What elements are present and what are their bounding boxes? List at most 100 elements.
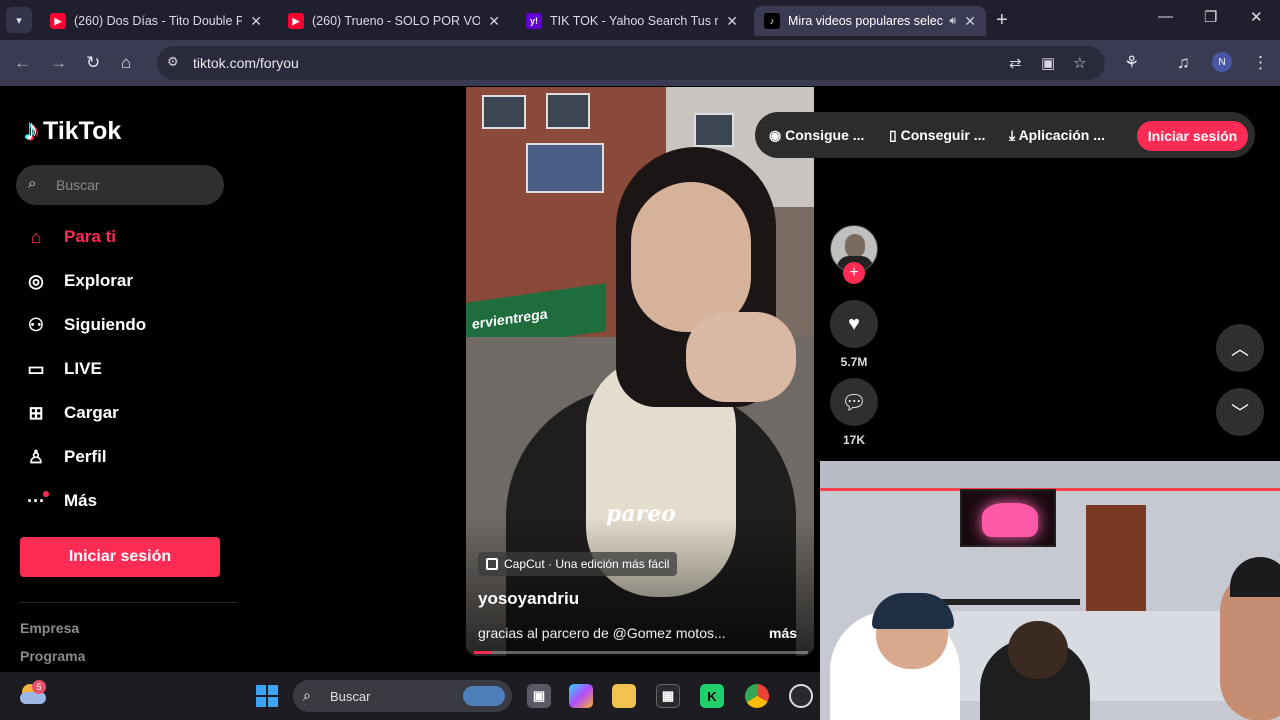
extensions-icon[interactable]: ⚘ bbox=[1124, 53, 1139, 73]
nav-item-live[interactable]: ▭ LIVE bbox=[24, 354, 101, 384]
bookmark-star-icon[interactable]: ☆ bbox=[1073, 54, 1086, 72]
close-icon[interactable]: ✕ bbox=[488, 13, 500, 30]
close-icon[interactable]: ✕ bbox=[250, 13, 262, 30]
phone-icon: ▯ bbox=[889, 127, 901, 143]
upload-icon: ⊞ bbox=[28, 402, 44, 423]
close-icon[interactable]: ✕ bbox=[964, 13, 976, 30]
browser-tab-3[interactable]: y! TIK TOK - Yahoo Search Tus resu ✕ bbox=[516, 6, 748, 36]
cloud-shape bbox=[20, 692, 46, 704]
comment-button[interactable]: 💬︎ bbox=[830, 378, 878, 426]
video-player[interactable]: ervientrega pareo CapCut · Una edición m… bbox=[466, 87, 814, 656]
youtube-icon: ▶ bbox=[50, 13, 66, 29]
search-highlight-icon bbox=[463, 686, 505, 706]
obs-icon[interactable] bbox=[789, 684, 813, 708]
more-link[interactable]: más bbox=[769, 625, 797, 641]
next-video-button[interactable]: ﹀ bbox=[1216, 388, 1264, 436]
tab-title: (260) Trueno - SOLO POR VOS ( bbox=[312, 14, 481, 28]
video-window bbox=[482, 95, 526, 129]
new-tab-button[interactable]: + bbox=[996, 9, 1008, 32]
tiktok-note-icon: ♪ bbox=[24, 114, 39, 147]
coin-icon: ◉ bbox=[769, 127, 786, 143]
close-icon[interactable]: ✕ bbox=[726, 13, 738, 30]
speaker-icon[interactable]: 🔊︎ bbox=[949, 15, 956, 28]
home-browser-icon[interactable]: ⌂ bbox=[121, 53, 131, 73]
profile-avatar[interactable]: N bbox=[1212, 52, 1232, 72]
forward-icon[interactable]: → bbox=[50, 53, 67, 73]
yahoo-icon: y! bbox=[526, 13, 542, 29]
get-coins-pill[interactable]: ◉ Consigue ... bbox=[769, 127, 864, 144]
file-explorer-icon[interactable] bbox=[612, 684, 636, 708]
browser-tab-4-active[interactable]: ♪ Mira videos populares selec 🔊︎ ✕ bbox=[754, 6, 986, 36]
restore-icon[interactable]: ❐ bbox=[1204, 8, 1217, 26]
sidebar-divider bbox=[20, 602, 238, 603]
capcut-icon bbox=[486, 558, 498, 570]
video-hands bbox=[686, 312, 796, 402]
notification-dot bbox=[43, 491, 49, 497]
video-window bbox=[694, 113, 734, 147]
tab-title: TIK TOK - Yahoo Search Tus resu bbox=[550, 14, 719, 28]
following-icon: ⚇ bbox=[27, 314, 45, 335]
pill-label: Conseguir ... bbox=[900, 127, 986, 143]
video-progress-bar[interactable] bbox=[474, 651, 808, 654]
translate-icon[interactable]: ⇄ bbox=[1009, 54, 1022, 72]
comment-icon: 💬︎ bbox=[841, 391, 867, 414]
like-count: 5.7M bbox=[840, 355, 868, 369]
nav-label: Siguiendo bbox=[64, 315, 147, 334]
heart-icon: ♥ bbox=[848, 312, 860, 335]
login-button[interactable]: Iniciar sesión bbox=[20, 537, 220, 577]
footer-link-programa[interactable]: Programa bbox=[20, 648, 85, 664]
url-text[interactable]: tiktok.com/foryou bbox=[193, 55, 299, 71]
nav-label: Más bbox=[64, 491, 98, 510]
media-control-icon[interactable]: ♫ bbox=[1177, 53, 1190, 73]
tab-title: Mira videos populares selec bbox=[788, 14, 943, 28]
like-button[interactable]: ♥ bbox=[830, 300, 878, 348]
tiktok-logo[interactable]: ♪ TikTok bbox=[24, 114, 121, 148]
address-bar[interactable]: ⚙ tiktok.com/foryou ⇄ ▣ ☆ bbox=[157, 46, 1105, 80]
nav-item-para-ti[interactable]: ⌂ Para ti bbox=[24, 222, 116, 252]
youtube-icon: ▶ bbox=[288, 13, 304, 29]
chrome-icon[interactable] bbox=[745, 684, 769, 708]
desktop-app-pill[interactable]: ⤓ Aplicación ... bbox=[1009, 127, 1105, 144]
nav-item-mas[interactable]: ··· Más bbox=[24, 486, 97, 516]
task-view-icon[interactable]: ▣ bbox=[527, 684, 551, 708]
nav-item-siguiendo[interactable]: ⚇ Siguiendo bbox=[24, 310, 146, 340]
install-app-icon[interactable]: ▣ bbox=[1041, 54, 1055, 72]
tab-search-dropdown-icon[interactable]: ▾ bbox=[6, 7, 32, 33]
top-login-button[interactable]: Iniciar sesión bbox=[1137, 121, 1248, 151]
capcut-badge[interactable]: CapCut · Una edición más fácil bbox=[478, 552, 678, 576]
browser-tab-1[interactable]: ▶ (260) Dos Días - Tito Double P, ✕ bbox=[40, 6, 272, 36]
follow-plus-icon[interactable]: + bbox=[843, 262, 865, 284]
search-icon: ⌕ bbox=[28, 175, 37, 192]
taskbar-search-placeholder: Buscar bbox=[330, 689, 371, 704]
nav-label: Cargar bbox=[64, 403, 119, 422]
back-icon[interactable]: ← bbox=[14, 53, 31, 73]
nav-item-cargar[interactable]: ⊞ Cargar bbox=[24, 398, 119, 428]
footer-link-empresa[interactable]: Empresa bbox=[20, 620, 79, 636]
chevron-up-icon: ︿ bbox=[1231, 339, 1249, 359]
site-info-icon[interactable]: ⚙ bbox=[167, 54, 179, 70]
browser-tab-2[interactable]: ▶ (260) Trueno - SOLO POR VOS ( ✕ bbox=[278, 6, 510, 36]
window-close-icon[interactable]: ✕ bbox=[1250, 8, 1263, 26]
video-author[interactable]: yosoyandriu bbox=[478, 589, 579, 609]
live-icon: ▭ bbox=[27, 358, 45, 379]
video-face bbox=[631, 182, 751, 332]
windows-start-icon[interactable] bbox=[256, 685, 278, 707]
chevron-down-icon: ﹀ bbox=[1231, 403, 1249, 423]
microsoft-store-icon[interactable]: ▦ bbox=[656, 684, 680, 708]
nav-item-explorar[interactable]: ◎ Explorar bbox=[24, 266, 133, 296]
nav-item-perfil[interactable]: ♙ Perfil bbox=[24, 442, 107, 472]
tiktok-icon: ♪ bbox=[764, 13, 780, 29]
get-app-pill[interactable]: ▯ Conseguir ... bbox=[889, 127, 985, 144]
browser-menu-icon[interactable]: ⋮ bbox=[1252, 53, 1269, 73]
copilot-icon[interactable] bbox=[569, 684, 593, 708]
cam-ceiling-led bbox=[820, 461, 1280, 491]
cam-door bbox=[1086, 505, 1146, 615]
kick-app-icon[interactable]: K bbox=[700, 684, 724, 708]
minimize-icon[interactable]: — bbox=[1158, 8, 1173, 25]
capcut-label: CapCut · Una edición más fácil bbox=[504, 557, 670, 571]
search-input[interactable]: ⌕ Buscar bbox=[16, 165, 224, 205]
reload-icon[interactable]: ↻ bbox=[86, 53, 100, 73]
previous-video-button[interactable]: ︿ bbox=[1216, 324, 1264, 372]
taskbar-search[interactable]: ⌕ Buscar bbox=[293, 680, 512, 712]
logo-text: TikTok bbox=[43, 116, 122, 145]
